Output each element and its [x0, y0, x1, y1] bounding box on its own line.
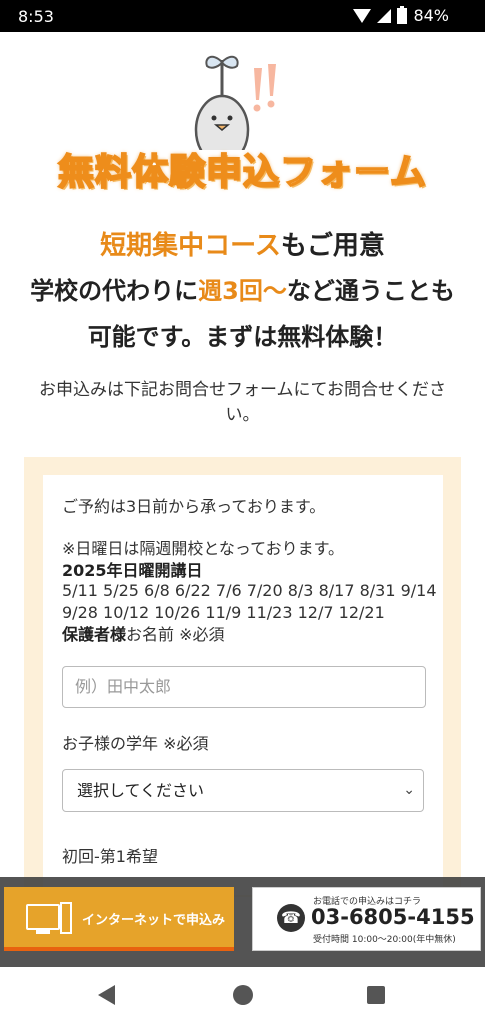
desc-part-a: 学校の代わりに: [30, 277, 199, 305]
guardian-bold: 保護者様: [62, 625, 127, 644]
page-title: 無料体験申込フォーム: [57, 151, 427, 194]
wifi-icon: [353, 8, 372, 23]
first-choice-label: 初回-第1希望: [62, 847, 158, 866]
grade-select[interactable]: 選択してください ⌄: [62, 769, 424, 812]
phone-apply-button[interactable]: ☎ お電話での申込みはコチラ 03-6805-4155 受付時間 10:00〜2…: [252, 887, 481, 951]
course-rest: もご用意: [280, 231, 385, 261]
chevron-down-icon: ⌄: [403, 782, 415, 798]
course-description: 学校の代わりに週3回〜など通うことも可能です。まずは無料体験！: [20, 268, 465, 360]
internet-apply-button[interactable]: インターネットで申込み: [4, 887, 234, 951]
guardian-name-label: 保護者様お名前 ※必須: [62, 624, 442, 646]
sunday-dates: 5/11 5/25 6/8 6/22 7/6 7/20 8/3 8/17 8/3…: [62, 581, 437, 622]
sunday-heading: 2025年日曜開講日: [62, 561, 203, 580]
grade-select-value: 選択してください: [77, 781, 205, 800]
back-icon[interactable]: [98, 985, 115, 1005]
course-heading: 短期集中コースもご用意: [0, 225, 485, 262]
grade-label: お子様の学年 ※必須: [62, 734, 209, 753]
status-time: 8:53: [18, 7, 54, 26]
reservation-note: ご予約は3日前から承っております。: [62, 497, 326, 516]
guardian-name-input[interactable]: 例）田中太郎: [62, 666, 426, 708]
status-bar: 8:53 84%: [0, 0, 485, 32]
phone-icon: ☎: [277, 904, 305, 932]
phone-number: 03-6805-4155: [311, 905, 475, 929]
sunday-note-text: ※日曜日は隔週開校となっております。: [62, 539, 345, 558]
computer-icon: [26, 904, 60, 934]
signal-icon: [377, 8, 392, 23]
course-highlight: 短期集中コース: [100, 231, 281, 261]
sunday-note: ※日曜日は隔週開校となっております。 2025年日曜開講日: [62, 538, 344, 582]
intro-text: お申込みは下記お問合せフォームにてお問合せください。: [39, 380, 446, 425]
phone-hours: 受付時間 10:00〜20:00(年中無休): [313, 935, 456, 945]
guardian-rest: お名前 ※必須: [126, 625, 225, 644]
battery-level: 84%: [413, 6, 449, 25]
home-icon[interactable]: [233, 985, 253, 1005]
internet-apply-label: インターネットで申込み: [82, 913, 226, 928]
pc-tower-icon: [60, 902, 72, 934]
sunday-dates-block: 5/11 5/25 6/8 6/22 7/6 7/20 8/3 8/17 8/3…: [62, 580, 442, 646]
system-nav-bar: [0, 967, 485, 1024]
battery-icon: [397, 5, 408, 24]
mascot-icon: [194, 55, 276, 150]
recent-apps-icon[interactable]: [367, 986, 385, 1004]
desc-highlight: 週3回〜: [198, 277, 287, 305]
